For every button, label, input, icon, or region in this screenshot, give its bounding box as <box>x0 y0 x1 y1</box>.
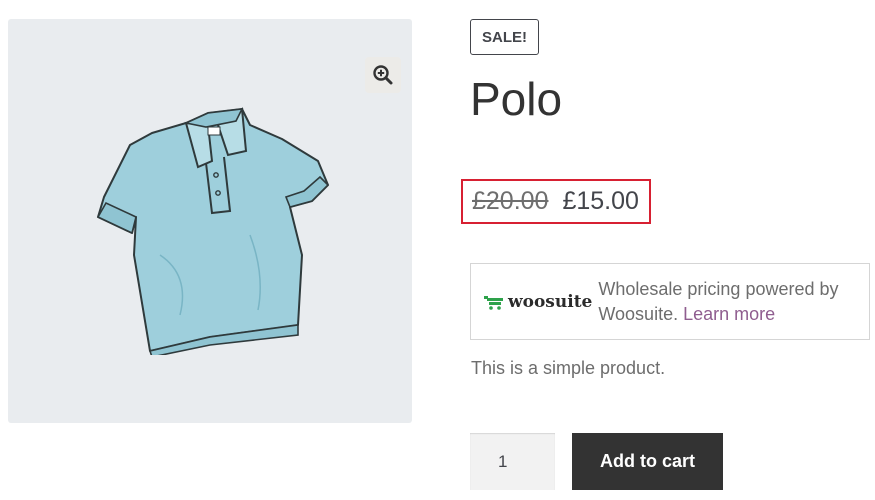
price-highlight: £20.00 £15.00 <box>461 179 651 224</box>
wholesale-notice: woosuite Wholesale pricing powered by Wo… <box>470 263 870 340</box>
magnifier-plus-icon <box>373 65 393 85</box>
sale-price: £15.00 <box>562 187 639 215</box>
quantity-input[interactable] <box>470 433 555 490</box>
product-description: This is a simple product. <box>471 358 666 378</box>
polo-shirt-image[interactable] <box>90 105 335 355</box>
product-gallery <box>8 19 412 423</box>
zoom-button[interactable] <box>365 57 401 93</box>
learn-more-link[interactable]: Learn more <box>683 304 775 324</box>
sale-badge: SALE! <box>470 19 539 55</box>
wholesale-text: Wholesale pricing powered by Woosuite. L… <box>598 277 869 327</box>
product-title: Polo <box>470 73 563 125</box>
add-to-cart-button[interactable]: Add to cart <box>572 433 723 490</box>
woosuite-logo-text: woosuite <box>508 291 593 312</box>
woosuite-logo: woosuite <box>484 292 592 312</box>
original-price: £20.00 <box>472 187 549 215</box>
cart-icon <box>484 295 503 310</box>
